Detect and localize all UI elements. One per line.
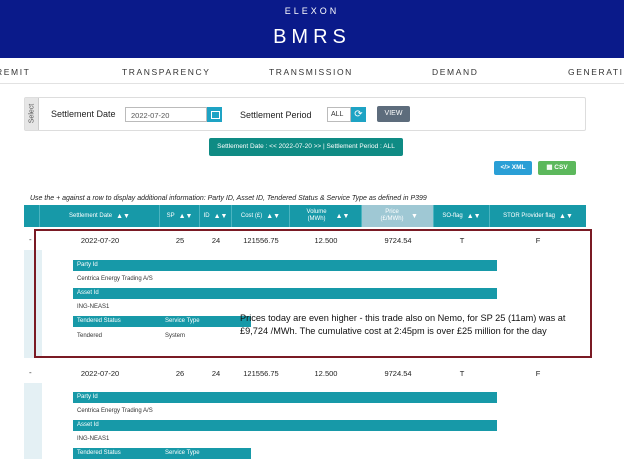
header-label: Settlement Date <box>69 212 113 219</box>
main-nav: REMIT TRANSPARENCY TRANSMISSION DEMAND G… <box>0 58 624 84</box>
sort-icon: ▲▼ <box>335 212 350 220</box>
code-icon: </> <box>500 164 510 171</box>
cell-stor-flag: F <box>535 369 541 378</box>
cell-price: 9724.54 <box>384 369 412 378</box>
csv-export-button[interactable]: ▦ CSV <box>538 161 576 175</box>
settlement-info-badge[interactable]: Settlement Date : << 2022-07-20 >> | Set… <box>209 138 403 156</box>
settlement-period-label: Settlement Period <box>240 110 312 120</box>
header-label: Price (£/MWh) <box>380 209 404 222</box>
sort-icon: ▲▼ <box>559 212 573 220</box>
settlement-period-select[interactable]: ALL <box>327 107 351 122</box>
csv-label: CSV <box>554 164 568 171</box>
table-header: Settlement Date ▲▼ SP ▲▼ ID ▲▼ Cost (£) ▲▼ V… <box>24 205 586 227</box>
row-detail-panel: Party Id Centrica Energy Trading A/S Ass… <box>24 383 586 459</box>
header-so-flag[interactable]: SO-flag ▲▼ <box>434 205 490 227</box>
header-sp[interactable]: SP ▲▼ <box>160 205 200 227</box>
service-type-header: Service Type <box>161 448 251 459</box>
asset-id-header: Asset Id <box>73 420 497 431</box>
sort-icon: ▲▼ <box>466 212 481 220</box>
header-id[interactable]: ID ▲▼ <box>200 205 232 227</box>
sort-icon: ▲▼ <box>213 212 228 220</box>
select-tab[interactable]: Select <box>25 98 39 130</box>
xml-label: XML <box>511 164 526 171</box>
cell-id: 24 <box>211 369 221 378</box>
xml-export-button[interactable]: </> XML <box>494 161 532 175</box>
site-header: ELEXON BMRS <box>0 0 624 58</box>
header-stor-flag[interactable]: STOR Provider flag ▲▼ <box>490 205 586 227</box>
asset-id-value: ING-NEAS1 <box>77 436 110 442</box>
highlight-box <box>34 229 592 358</box>
header-label: STOR Provider flag <box>503 212 556 219</box>
cell-so-flag: T <box>459 369 465 378</box>
sort-desc-icon: ▼ <box>411 212 418 220</box>
cell-cost: 121556.75 <box>243 369 279 378</box>
select-tab-label: Select <box>28 103 36 124</box>
instructions-text: Use the + against a row to display addit… <box>30 195 427 202</box>
party-id-value: Centrica Energy Trading A/S <box>77 408 153 414</box>
collapse-toggle[interactable]: - <box>29 368 32 377</box>
cell-sp: 26 <box>175 369 185 378</box>
brand-bmrs-logo[interactable]: BMRS <box>0 26 624 49</box>
brand-elexon: ELEXON <box>284 6 340 16</box>
header-label: Volume (MWh) <box>306 209 327 222</box>
settlement-date-label: Settlement Date <box>51 109 116 119</box>
header-label: SP <box>166 212 175 219</box>
nav-item-remit[interactable]: REMIT <box>0 67 30 77</box>
sort-icon: ▲▼ <box>116 212 130 220</box>
collapse-toggle[interactable]: - <box>29 235 32 244</box>
nav-item-demand[interactable]: DEMAND <box>432 67 478 77</box>
tendered-status-header: Tendered Status <box>73 448 161 459</box>
calendar-icon[interactable] <box>207 107 222 122</box>
view-button[interactable]: VIEW <box>377 106 410 122</box>
party-id-header: Party Id <box>73 392 497 403</box>
header-volume[interactable]: Volume (MWh) ▲▼ <box>290 205 362 227</box>
nav-item-generation[interactable]: GENERATION <box>568 67 624 77</box>
cell-date: 2022-07-20 <box>80 369 120 378</box>
sort-icon: ▲▼ <box>178 212 193 220</box>
nav-item-transparency[interactable]: TRANSPARENCY <box>122 67 210 77</box>
annotation-text: Prices today are even higher - this trad… <box>240 313 566 336</box>
header-label: SO-flag <box>442 212 463 219</box>
settlement-date-input[interactable]: 2022-07-20 <box>125 107 207 122</box>
detail-stripe <box>24 383 42 459</box>
header-settlement-date[interactable]: Settlement Date ▲▼ <box>40 205 160 227</box>
sort-icon: ▲▼ <box>266 212 281 220</box>
spreadsheet-icon: ▦ <box>546 164 553 171</box>
nav-item-transmission[interactable]: TRANSMISSION <box>269 67 353 77</box>
header-expand-col <box>24 205 40 227</box>
header-price[interactable]: Price (£/MWh) ▼ <box>362 205 434 227</box>
header-cost[interactable]: Cost (£) ▲▼ <box>232 205 290 227</box>
table-row[interactable]: - 2022-07-20 26 24 121556.75 12.500 9724… <box>24 366 586 381</box>
filter-panel: Select Settlement Date 2022-07-20 Settle… <box>24 97 586 131</box>
cell-volume: 12.500 <box>314 369 338 378</box>
header-label: Cost (£) <box>240 212 263 219</box>
refresh-icon[interactable]: ⟳ <box>351 107 366 122</box>
header-label: ID <box>203 212 210 219</box>
